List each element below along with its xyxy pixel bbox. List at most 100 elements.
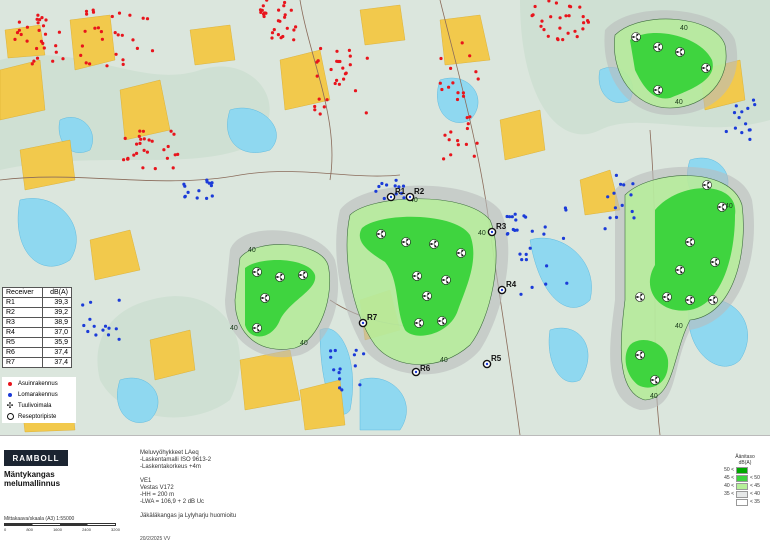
receiver-id: R6 (1, 347, 44, 358)
turbine-icon (456, 248, 466, 258)
scale-tick: 2400 (82, 527, 91, 532)
contour-label: 40 (650, 393, 658, 400)
turbine-icon (717, 202, 727, 212)
table-row: R3 38,9 (1, 317, 72, 328)
receiver-value: 35,9 (42, 337, 72, 348)
receiver-label: R4 (506, 280, 517, 289)
contour-label: 40 (248, 247, 256, 254)
table-row: R5 35,9 (1, 337, 72, 348)
receiver-value: 39,2 (42, 307, 72, 318)
receiver-id: R2 (1, 307, 44, 318)
noise-map[interactable]: 40 40 40 40 40 40 40 40 40 40 40 R1 R2 R… (0, 0, 770, 435)
info-line: -LWA = 106,9 + 2 dB Uc (140, 499, 205, 505)
noise-legend-row: 35 < < 40 (722, 490, 768, 498)
noise-low: 40 < (724, 483, 734, 489)
receiver-value: 37,0 (42, 327, 72, 338)
noise-legend-row: < 35 (722, 498, 768, 506)
turbine-icon (653, 42, 663, 52)
turbine-icon (429, 239, 439, 249)
legend-turbine: ✣ Tuulivoimala (2, 400, 76, 411)
receiver-id: R5 (1, 337, 44, 348)
noise-high: < 50 (750, 475, 760, 481)
contour-label: 40 (300, 340, 308, 347)
map-footer: RAMBOLL Mäntykangas melumallinnus Mittak… (0, 435, 770, 544)
info-line (140, 471, 340, 478)
noise-high: < 45 (750, 483, 760, 489)
receiver-table: Receiver dB(A) R1 39,3 R2 39,2 R3 38,9 R4 37… (1, 287, 72, 368)
table-row: R6 37,4 (1, 347, 72, 358)
info-line: -Laskentakorkeus +4m (140, 464, 201, 470)
map-date: 20/2/2025 VV (140, 536, 171, 542)
receiver-table-header: Receiver dB(A) (1, 287, 72, 298)
info-line: VE1 (140, 478, 152, 484)
turbine-icon (650, 375, 660, 385)
ramboll-logo: RAMBOLL (4, 450, 68, 466)
calculation-info: Meluvyöhykkeet LAeq -Laskentamalli ISO 9… (140, 450, 340, 520)
turbine-icon (275, 272, 285, 282)
receiver-label: R5 (491, 354, 502, 363)
table-row: R1 39,3 (1, 297, 72, 308)
receiver-value: 37,4 (42, 347, 72, 358)
noise-legend-row: 45 < < 50 (722, 474, 768, 482)
table-row: R7 37,4 (1, 357, 72, 368)
turbine-icon (441, 275, 451, 285)
info-line: -Laskentamalli ISO 9613-2 (140, 457, 212, 463)
contour-label: 40 (230, 325, 238, 332)
receiver-value: 38,9 (42, 317, 72, 328)
turbine-icon (298, 270, 308, 280)
scale-tick: 3200 (111, 527, 120, 532)
turbine-icon (635, 292, 645, 302)
info-line (140, 506, 340, 513)
turbine-icon (675, 265, 685, 275)
contour-label: 40 (478, 230, 486, 237)
turbine-icon (702, 180, 712, 190)
noise-swatch (736, 474, 748, 482)
scale-ticks: 0 800 1600 2400 3200 (4, 527, 120, 532)
wind-turbine-icon: ✣ (6, 400, 14, 410)
receiver-ring-icon (2, 413, 18, 420)
scale-tick: 800 (26, 527, 33, 532)
turbine-icon (376, 229, 386, 239)
legend-residential: Asuinrakennus (2, 378, 76, 389)
info-line: -HH = 200 m (140, 492, 175, 498)
turbine-icon (685, 295, 695, 305)
receiver-label: R2 (414, 187, 425, 196)
turbine-icon (412, 271, 422, 281)
receiver-id: R7 (1, 357, 44, 368)
receiver-value: 37,4 (42, 357, 72, 368)
noise-high: < 35 (750, 499, 760, 505)
info-line: Jäkäläkangas ja Lylyharju huomioitu (140, 513, 237, 519)
legend-label: Reseptoripiste (18, 413, 57, 420)
contour-label: 40 (675, 99, 683, 106)
scale-tick: 1600 (53, 527, 62, 532)
scale-tick: 0 (4, 527, 7, 532)
legend-label: Asuinrakennus (18, 380, 58, 387)
receiver-label: R1 (395, 187, 406, 196)
turbine-icon (701, 63, 711, 73)
turbine-icon (422, 291, 432, 301)
receiver-id: R1 (1, 297, 44, 308)
turbine-icon (437, 316, 447, 326)
noise-low: 45 < (724, 475, 734, 481)
noise-legend-row: 40 < < 45 (722, 482, 768, 490)
noise-low: 50 < (724, 467, 734, 473)
header-db: dB(A) (42, 287, 72, 298)
turbine-icon (662, 292, 672, 302)
contour-label: 40 (440, 357, 448, 364)
turbine-icon (260, 293, 270, 303)
noise-swatch (736, 490, 748, 498)
info-line: Vestas V172 (140, 485, 174, 491)
contour-label: 40 (675, 323, 683, 330)
scale-label: Mittakaava/skaala (A3) 1:55000 (4, 516, 75, 522)
turbine-icon (710, 257, 720, 267)
turbine-icon (708, 295, 718, 305)
receiver-label: R3 (496, 222, 507, 231)
legend-receiver: Reseptoripiste (2, 411, 76, 422)
turbine-icon (685, 237, 695, 247)
title-line-1: Mäntykangas (4, 470, 55, 479)
noise-swatch (736, 482, 748, 490)
scale-bar (4, 523, 116, 526)
noise-swatch (736, 498, 748, 506)
legend-label: Tuulivoimala (18, 402, 52, 409)
contour-label: 40 (680, 25, 688, 32)
